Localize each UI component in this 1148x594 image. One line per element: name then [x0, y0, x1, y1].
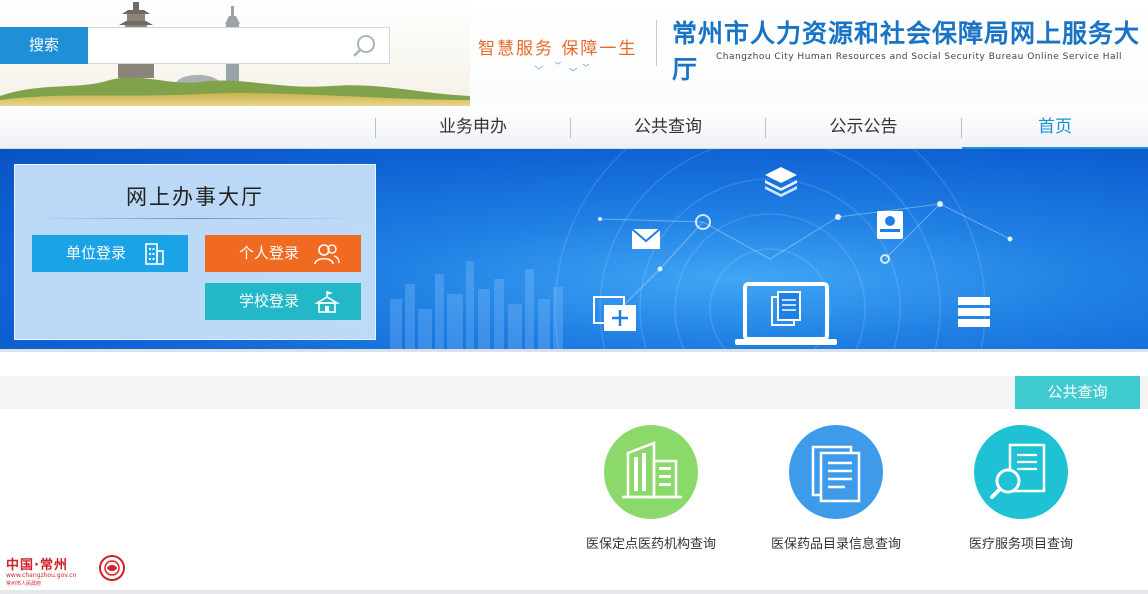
personal-login-button[interactable]: 个人登录	[205, 235, 361, 272]
page-bottom-border	[0, 590, 1148, 594]
birds-decoration-icon	[534, 61, 590, 72]
document-list-icon	[789, 425, 883, 519]
school-icon	[314, 291, 340, 313]
nav-item-home[interactable]: 首页	[962, 106, 1148, 150]
page: 搜索 智慧服务 保障一生 常州市人力资源和社会保障局网上服务大厅 Changzh…	[0, 0, 1148, 594]
building-icon	[604, 425, 698, 519]
seal-emblem-icon	[99, 555, 125, 581]
query-card-drug-catalog[interactable]: 医保药品目录信息查询	[761, 425, 911, 552]
query-card-label: 医保定点医药机构查询	[585, 537, 716, 552]
school-login-button[interactable]: 学校登录	[205, 283, 361, 320]
unit-login-button[interactable]: 单位登录	[32, 235, 188, 272]
login-panel-title: 网上办事大厅	[126, 185, 264, 209]
query-card-designated-institutions[interactable]: 医保定点医药机构查询	[576, 425, 726, 552]
query-card-medical-service-items[interactable]: 医疗服务项目查询	[946, 425, 1096, 552]
document-search-icon	[974, 425, 1068, 519]
site-subtitle: Changzhou City Human Resources and Socia…	[716, 52, 1123, 62]
login-panel-divider	[33, 218, 357, 219]
header: 搜索 智慧服务 保障一生 常州市人力资源和社会保障局网上服务大厅 Changzh…	[0, 0, 1148, 106]
public-query-section-bar: 公共查询	[0, 376, 1148, 409]
banner-bottom-border	[0, 349, 1148, 352]
personal-login-label: 个人登录	[239, 244, 300, 262]
building-icon	[145, 243, 164, 265]
login-panel: 网上办事大厅 单位登录 个人登录 学校登录	[14, 164, 376, 340]
hero-banner: 网上办事大厅 单位登录 个人登录 学校登录	[0, 149, 1148, 349]
query-card-label: 医疗服务项目查询	[968, 537, 1073, 552]
nav-item-public-query[interactable]: 公共查询	[571, 106, 765, 149]
school-login-label: 学校登录	[239, 292, 300, 310]
footer-logo-text: 中国·常州	[6, 558, 68, 573]
changzhou-gov-logo[interactable]: 中国·常州 www.changzhou.gov.cn 常州市人民政府	[6, 552, 126, 588]
query-card-label: 医保药品目录信息查询	[770, 537, 901, 552]
search-button[interactable]: 搜索	[0, 27, 88, 64]
unit-login-label: 单位登录	[66, 244, 127, 262]
header-divider	[656, 20, 657, 66]
nav-item-announcements[interactable]: 公示公告	[766, 106, 961, 149]
header-slogan: 智慧服务 保障一生	[478, 39, 638, 59]
search-input[interactable]	[88, 27, 390, 64]
footer-logo-subtext: 常州市人民政府	[6, 581, 42, 587]
footer-logo-url: www.changzhou.gov.cn	[6, 572, 77, 579]
users-icon	[314, 244, 340, 265]
public-query-tab[interactable]: 公共查询	[1015, 376, 1140, 409]
main-nav: 业务申办 公共查询 公示公告 首页	[0, 106, 1148, 150]
search-icon[interactable]	[352, 33, 378, 59]
site-title: 常州市人力资源和社会保障局网上服务大厅	[672, 19, 1141, 84]
nav-item-business[interactable]: 业务申办	[376, 106, 570, 149]
